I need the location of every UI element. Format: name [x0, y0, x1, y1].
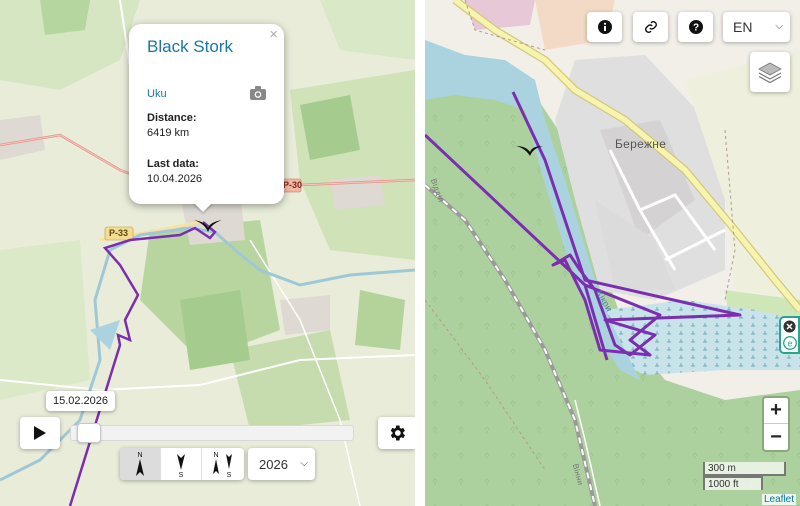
svg-text:S: S — [226, 472, 231, 478]
layers-icon — [758, 62, 782, 83]
road-label-p33: P-33 — [109, 228, 129, 238]
close-circle-icon[interactable] — [783, 320, 796, 333]
scale-bar: 300 m 1000 ft — [703, 462, 786, 490]
settings-button[interactable] — [378, 417, 415, 449]
svg-text:e: e — [787, 339, 792, 349]
north-arrow-icon: N — [136, 452, 144, 476]
close-icon[interactable]: × — [269, 27, 278, 42]
info-button[interactable] — [587, 12, 622, 42]
language-value: EN — [733, 19, 753, 35]
svg-text:N: N — [137, 452, 142, 459]
scale-metric: 300 m — [703, 462, 786, 476]
bird-info-popup: × Black Stork Uku Distance: 6419 km Last… — [129, 24, 284, 204]
camera-icon[interactable] — [250, 86, 266, 100]
link-button[interactable] — [633, 12, 668, 42]
svg-text:N: N — [213, 452, 218, 459]
species-title[interactable]: Black Stork — [147, 37, 266, 57]
left-map-panel[interactable]: P-33 P-30 × Black Stork Uku Distance: 64… — [0, 0, 415, 506]
distance-label: Distance: — [147, 112, 197, 124]
popup-tip — [193, 202, 213, 212]
chevron-down-icon: ⌵ — [775, 21, 783, 32]
scale-imperial: 1000 ft — [703, 476, 763, 490]
direction-north-button[interactable]: N — [120, 448, 161, 480]
direction-both-button[interactable]: N S — [202, 448, 243, 480]
place-label-berezhne: Бережне — [615, 137, 667, 151]
play-button[interactable] — [20, 417, 60, 449]
ecosia-icon[interactable]: e — [782, 336, 797, 351]
help-button[interactable]: ? — [678, 12, 713, 42]
bird-name-link[interactable]: Uku — [147, 88, 167, 100]
chevron-down-icon: ⌵ — [300, 458, 308, 469]
last-data-label: Last data: — [147, 158, 199, 170]
right-map-panel[interactable]: Бережне Кікри Відділ Вінни ? EN ⌵ e + − … — [425, 0, 800, 506]
leaflet-attribution-link[interactable]: Leaflet — [762, 494, 797, 505]
year-value: 2026 — [259, 456, 288, 472]
right-map-canvas[interactable] — [425, 0, 800, 506]
zoom-out-button[interactable]: − — [764, 424, 788, 450]
south-arrow-icon: S — [177, 454, 185, 478]
help-icon: ? — [688, 20, 703, 34]
svg-text:?: ? — [692, 23, 698, 34]
info-icon — [597, 20, 612, 34]
panel-divider — [415, 0, 425, 506]
timeline-slider[interactable] — [70, 423, 354, 443]
north-south-arrows-icon: N S — [212, 452, 232, 478]
direction-south-button[interactable]: S — [161, 448, 202, 480]
svg-text:S: S — [179, 472, 184, 478]
year-select[interactable]: 2026 ⌵ — [248, 448, 315, 480]
timeline-handle[interactable] — [77, 423, 101, 443]
language-select[interactable]: EN ⌵ — [723, 12, 790, 42]
direction-filter: N S N S — [120, 448, 244, 480]
last-data-value: 10.04.2026 — [147, 173, 203, 185]
zoom-control: + − — [762, 396, 790, 452]
zoom-in-button[interactable]: + — [764, 398, 788, 424]
layers-button[interactable] — [750, 52, 790, 92]
link-icon — [644, 21, 657, 33]
gear-icon — [390, 425, 405, 441]
distance-value: 6419 km — [147, 127, 190, 139]
extension-badge[interactable]: e — [779, 316, 800, 354]
play-icon — [34, 426, 46, 440]
current-date-tooltip: 15.02.2026 — [46, 391, 115, 411]
road-label-p30: P-30 — [283, 180, 303, 190]
